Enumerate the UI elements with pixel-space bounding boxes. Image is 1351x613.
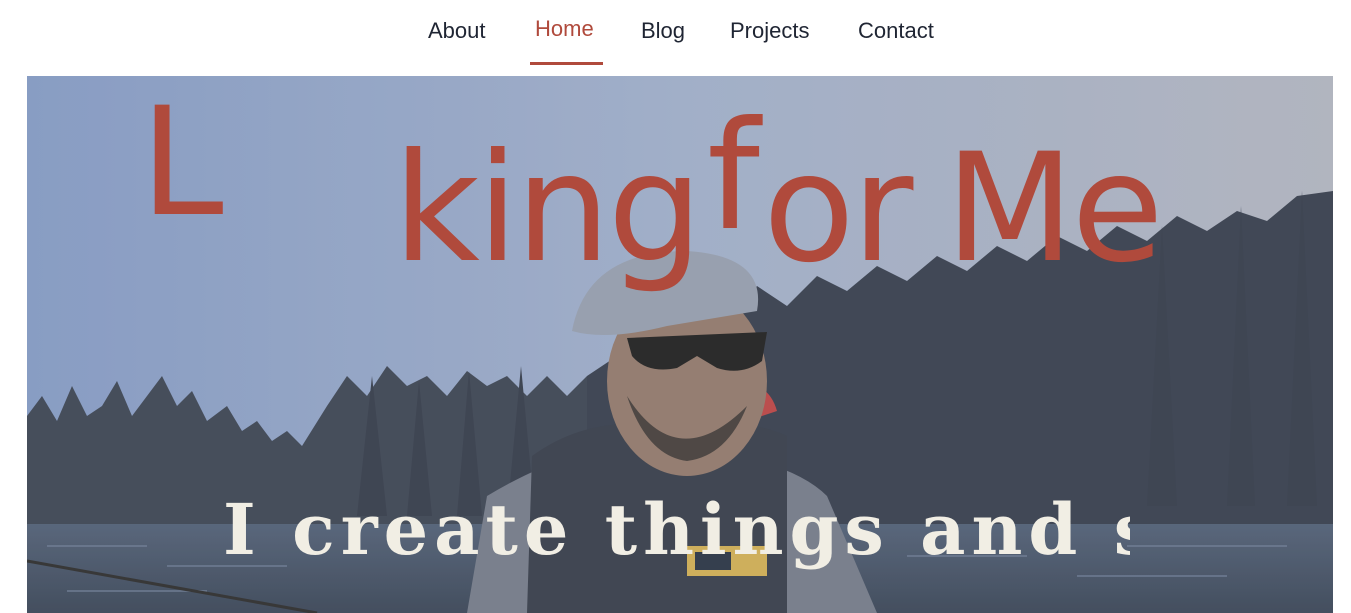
hero-section: L king f or Me I create things and stu <box>27 76 1333 613</box>
nav-item-projects[interactable]: Projects <box>730 17 809 45</box>
nav-item-blog[interactable]: Blog <box>641 17 685 45</box>
nav-item-about[interactable]: About <box>428 17 486 45</box>
headline-letter-f: f <box>707 90 760 264</box>
top-nav: About Home Blog Projects Contact <box>0 0 1351 76</box>
nav-item-home[interactable]: Home <box>535 15 594 43</box>
nav-item-contact[interactable]: Contact <box>858 17 934 45</box>
active-nav-underline <box>530 62 603 65</box>
headline-letter-l: L <box>140 76 224 250</box>
hero-tagline: I create things and stu <box>223 488 1130 571</box>
headline-fragment-or: or <box>763 122 913 296</box>
headline-fragment-me: Me <box>945 122 1164 296</box>
headline-fragment-king: king <box>393 122 703 296</box>
